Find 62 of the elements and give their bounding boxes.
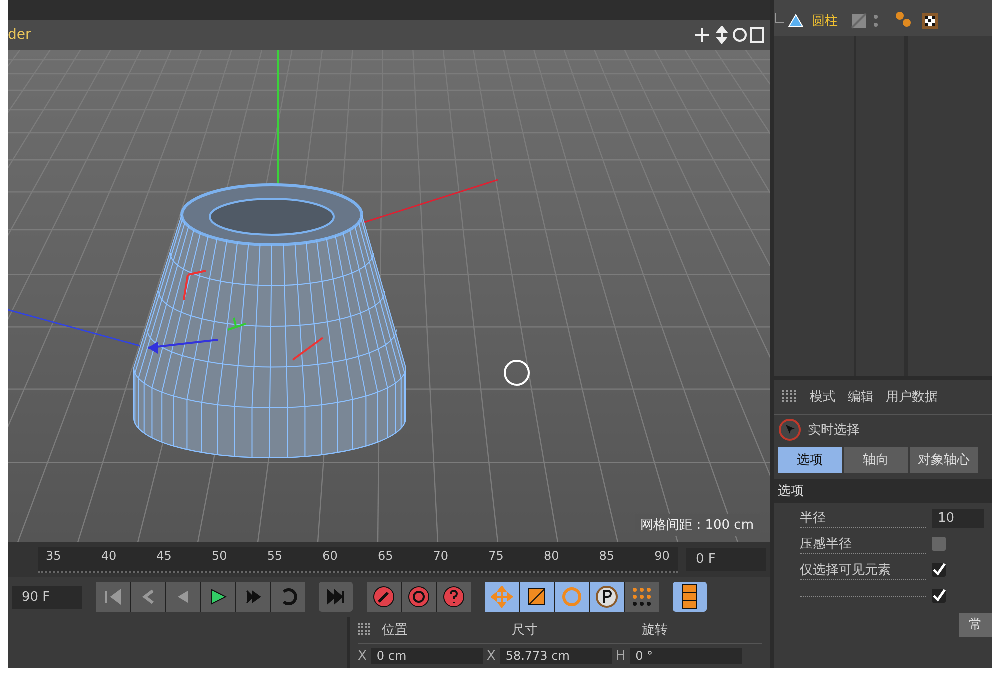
menu-item[interactable]: 用户数据 (886, 388, 938, 406)
checkbox[interactable] (932, 589, 946, 603)
tool-name: 实时选择 (808, 422, 860, 439)
first-frame-icon (104, 589, 122, 606)
parameter-icon[interactable] (590, 582, 624, 612)
timeline-tick: 70 (433, 548, 449, 563)
checkbox[interactable] (932, 537, 946, 551)
object-name[interactable]: 圆柱 (812, 12, 838, 30)
field-label: 仅选择可见元素 (800, 560, 926, 580)
timeline-ruler[interactable]: 35 40 45 50 55 60 65 70 75 80 85 90 (38, 546, 678, 573)
first-frame-button[interactable] (96, 582, 130, 612)
timeline-tick: 85 (599, 548, 615, 563)
field-label: 压感半径 (800, 534, 926, 554)
viewport-menu-label[interactable]: der (8, 26, 32, 43)
tab[interactable]: 轴向 (844, 447, 908, 473)
timeline-tick: 80 (544, 548, 560, 563)
end-frame-field[interactable]: 90 F (12, 586, 82, 609)
play-button[interactable] (201, 582, 235, 612)
help-icon[interactable] (437, 582, 471, 612)
timeline-tick: 55 (267, 548, 283, 563)
dots-grid-icon[interactable] (625, 582, 659, 612)
checkbox[interactable] (932, 563, 946, 577)
tab[interactable]: 对象轴心 (910, 447, 978, 473)
axis-label: H (616, 648, 626, 664)
scale-icon[interactable] (520, 582, 554, 612)
tab[interactable]: 选项 (778, 447, 842, 473)
radius-field[interactable]: 10 (932, 508, 984, 528)
timeline-tick: 90 (654, 548, 670, 563)
navigation-icon[interactable] (694, 26, 764, 44)
next-key-icon (244, 589, 262, 606)
coordinate-field[interactable]: 0 ° (630, 648, 742, 664)
timeline-tick: 65 (378, 548, 394, 563)
coordinate-column-header: 尺寸 (512, 622, 539, 640)
field-label: 半径 (800, 508, 926, 528)
axis-label: X (486, 648, 496, 664)
autokey-button[interactable] (402, 582, 436, 612)
current-frame-field[interactable]: 0 F (686, 548, 766, 572)
timeline-tick: 45 (156, 548, 172, 563)
last-frame-icon (326, 589, 346, 606)
timeline-tick: 60 (322, 548, 338, 563)
menu-item[interactable]: 编辑 (848, 388, 874, 406)
mode-button[interactable]: 常 (959, 613, 992, 637)
last-frame-button[interactable] (319, 582, 353, 612)
loop-button[interactable] (271, 582, 305, 612)
menu-item[interactable]: 模式 (810, 388, 836, 406)
grip-icon[interactable] (782, 390, 798, 404)
play-icon (209, 589, 227, 606)
grip-icon[interactable] (358, 623, 372, 638)
timeline-tick: 75 (488, 548, 504, 563)
coordinate-column-header: 位置 (382, 622, 409, 640)
timeline-tick: 35 (46, 548, 62, 563)
coordinate-field[interactable]: 0 cm (370, 648, 483, 664)
axis-label: X (358, 648, 367, 664)
selection-tool-icon (778, 418, 802, 442)
coordinate-column-header: 旋转 (642, 622, 669, 640)
record-key-button[interactable] (367, 582, 401, 612)
section-header: 选项 (774, 479, 992, 503)
coordinate-field[interactable]: 58.773 cm (500, 648, 612, 664)
timeline-tick: 50 (212, 548, 228, 563)
previous-key-button[interactable] (131, 582, 165, 612)
film-strip-icon[interactable] (673, 582, 707, 612)
timeline-tick: 40 (101, 548, 117, 563)
